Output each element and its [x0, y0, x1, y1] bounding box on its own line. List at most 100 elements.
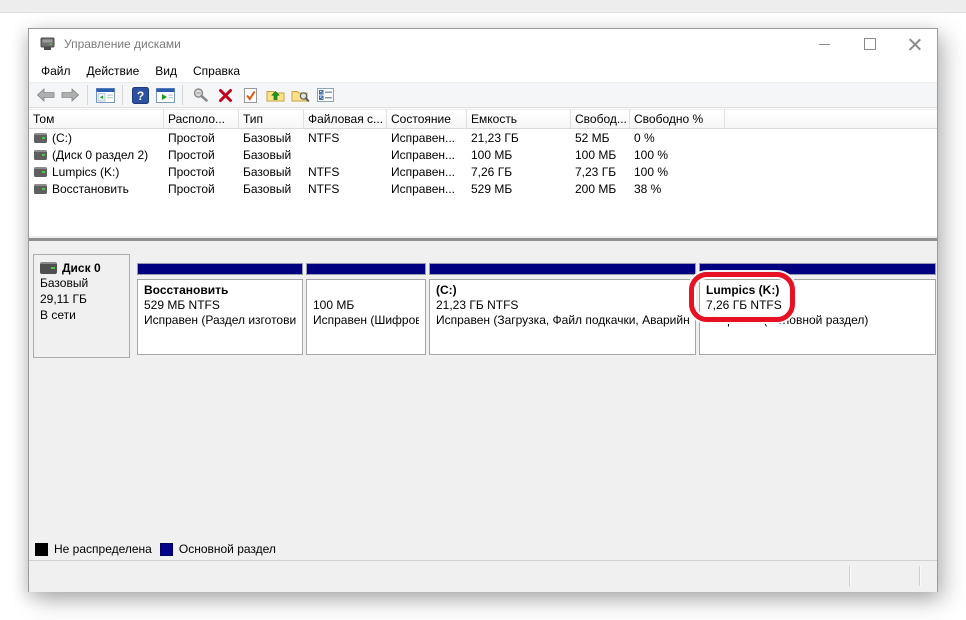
close-button[interactable] — [892, 29, 937, 59]
partition-size: 529 МБ NTFS — [144, 298, 220, 312]
partition-size: 7,26 ГБ NTFS — [706, 298, 782, 312]
action-pane-icon[interactable] — [154, 84, 176, 106]
partition-status: Исправен (Шифров — [313, 313, 419, 327]
delete-volume-icon[interactable] — [214, 84, 236, 106]
page-background-strip — [0, 0, 966, 13]
disk-size: 29,11 ГБ — [40, 292, 87, 306]
menu-file[interactable]: Файл — [33, 61, 79, 81]
volume-capacity: 7,26 ГБ — [471, 164, 513, 179]
maximize-icon — [863, 38, 876, 50]
volume-layout: Простой — [168, 130, 215, 145]
table-row-disk0-partition2[interactable]: (Диск 0 раздел 2) Простой Базовый Исправ… — [29, 146, 937, 163]
volume-layout: Простой — [168, 164, 215, 179]
partition-status: Исправен (Основной раздел) — [706, 313, 869, 327]
column-header-filler — [725, 109, 937, 129]
volume-free-pct: 0 % — [634, 130, 655, 145]
volume-fs: NTFS — [308, 181, 340, 196]
table-row-volume-c[interactable]: (C:) Простой Базовый NTFS Исправен... 21… — [29, 129, 937, 146]
console-tree-icon[interactable] — [94, 84, 116, 106]
partition-color-bar — [699, 263, 936, 275]
volume-table-header: Том Располо... Тип Файловая с... Состоян… — [29, 109, 937, 129]
partition-color-bar — [306, 263, 426, 275]
menu-help[interactable]: Справка — [185, 61, 248, 81]
partition-recovery[interactable]: Восстановить 529 МБ NTFS Исправен (Разде… — [137, 263, 303, 358]
column-header-free-pct[interactable]: Свободно % — [630, 109, 725, 129]
legend-item-primary-partition: Основной раздел — [159, 542, 276, 556]
volume-type: Базовый — [243, 130, 292, 145]
volume-capacity: 529 МБ — [471, 181, 513, 196]
minimize-button[interactable] — [802, 29, 847, 59]
volume-name: (C:) — [52, 130, 72, 145]
toolbar-separator — [87, 85, 88, 105]
view-options-icon[interactable] — [314, 84, 336, 106]
partition-size: 100 МБ — [313, 298, 355, 312]
column-header-filesystem[interactable]: Файловая с... — [304, 109, 387, 129]
pane-splitter[interactable] — [29, 236, 937, 245]
disk-drive-icon — [40, 262, 57, 274]
disk0-info-panel[interactable]: Диск 0 Базовый 29,11 ГБ В сети — [33, 254, 130, 358]
partition-color-bar — [137, 263, 303, 275]
volume-status: Исправен... — [391, 181, 456, 196]
volume-fs: NTFS — [308, 130, 340, 145]
partition-size: 21,23 ГБ NTFS — [436, 298, 519, 312]
volume-type: Базовый — [243, 147, 292, 162]
legend-label: Не распределена — [54, 542, 152, 556]
partition-status: Исправен (Раздел изготовит — [144, 313, 296, 327]
volume-status: Исправен... — [391, 130, 456, 145]
partition-name: Lumpics (K:) — [706, 283, 780, 297]
legend-bar: Не распределена Основной раздел — [29, 538, 937, 560]
volume-free: 200 МБ — [575, 181, 617, 196]
volume-layout: Простой — [168, 147, 215, 162]
disk-name: Диск 0 — [62, 261, 101, 275]
table-row-lumpics-k[interactable]: Lumpics (K:) Простой Базовый NTFS Исправ… — [29, 163, 937, 180]
forward-icon[interactable] — [59, 84, 81, 106]
legend-label: Основной раздел — [178, 542, 276, 556]
disk-management-window: Управление дисками Файл Действие Вид Спр… — [28, 28, 938, 592]
menu-view[interactable]: Вид — [147, 61, 185, 81]
column-header-status[interactable]: Состояние — [387, 109, 467, 129]
svg-text:?: ? — [136, 89, 143, 103]
status-bar-divider — [849, 566, 851, 586]
volume-capacity: 21,23 ГБ — [471, 130, 519, 145]
partition-status: Исправен (Загрузка, Файл подкачки, Авари… — [436, 313, 689, 327]
toolbar-separator — [182, 85, 183, 105]
volume-icon — [34, 166, 47, 177]
column-header-free[interactable]: Свобод... — [571, 109, 630, 129]
volume-free: 100 МБ — [575, 147, 617, 162]
explore-folder-icon[interactable] — [289, 84, 311, 106]
column-header-volume[interactable]: Том — [29, 109, 164, 129]
maximize-button[interactable] — [847, 29, 892, 59]
volume-free-pct: 100 % — [634, 164, 669, 179]
volume-name: Восстановить — [52, 181, 129, 196]
open-folder-up-icon[interactable] — [264, 84, 286, 106]
disk-type: Базовый — [40, 276, 89, 290]
mark-active-icon[interactable] — [239, 84, 261, 106]
status-bar-divider — [919, 566, 921, 586]
back-icon[interactable] — [34, 84, 56, 106]
menu-action[interactable]: Действие — [79, 61, 148, 81]
status-bar — [29, 560, 937, 592]
properties-tool-icon[interactable] — [189, 84, 211, 106]
legend-swatch-primary — [159, 542, 173, 556]
partition-efi-100mb[interactable]: 100 МБ Исправен (Шифров — [306, 263, 426, 358]
partition-name: Восстановить — [144, 283, 229, 297]
column-header-capacity[interactable]: Емкость — [467, 109, 571, 129]
graphical-view-pane: Диск 0 Базовый 29,11 ГБ В сети Восстанов… — [29, 245, 937, 560]
window-title: Управление дисками — [64, 37, 181, 51]
partition-name: (C:) — [436, 283, 457, 297]
help-icon[interactable]: ? — [129, 84, 151, 106]
volume-status: Исправен... — [391, 147, 456, 162]
volume-type: Базовый — [243, 164, 292, 179]
toolbar: ? — [29, 82, 937, 108]
column-header-type[interactable]: Тип — [239, 109, 304, 129]
table-row-recovery[interactable]: Восстановить Простой Базовый NTFS Исправ… — [29, 180, 937, 197]
volume-name: (Диск 0 раздел 2) — [52, 147, 149, 162]
column-header-layout[interactable]: Располо... — [164, 109, 239, 129]
partition-c[interactable]: (C:) 21,23 ГБ NTFS Исправен (Загрузка, Ф… — [429, 263, 696, 358]
legend-item-unallocated: Не распределена — [35, 542, 152, 556]
partition-color-bar — [429, 263, 696, 275]
partition-lumpics-k[interactable]: Lumpics (K:) 7,26 ГБ NTFS Исправен (Осно… — [699, 263, 936, 358]
title-bar: Управление дисками — [29, 29, 937, 59]
volume-icon — [34, 132, 47, 143]
volume-capacity: 100 МБ — [471, 147, 513, 162]
